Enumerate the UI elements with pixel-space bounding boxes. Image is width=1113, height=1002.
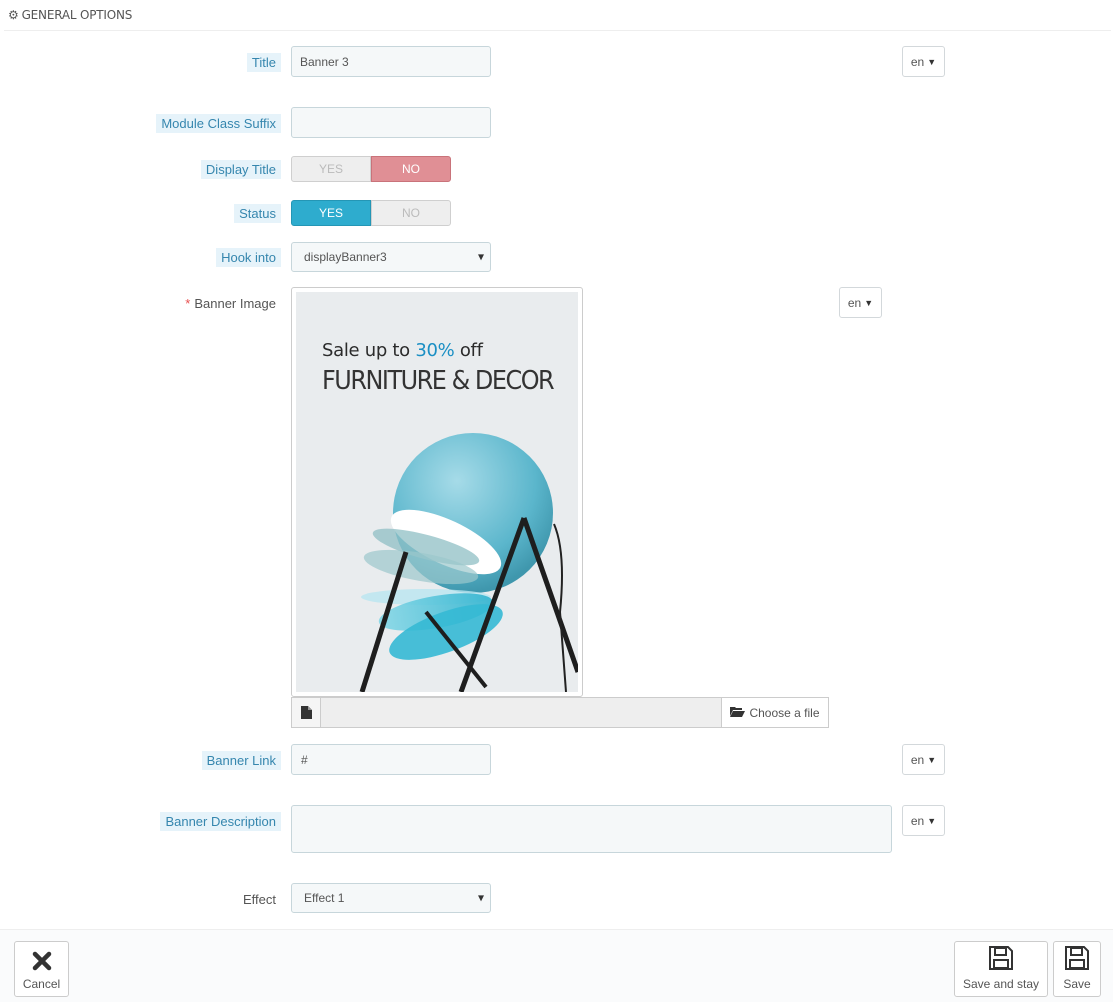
effect-value: Effect 1 [304, 891, 345, 905]
banner-image-preview: Sale up to 30% off FURNITURE & DECOR [291, 287, 583, 697]
choose-file-button[interactable]: Choose a file [722, 697, 829, 728]
status-label: Status [234, 203, 281, 223]
file-icon [291, 697, 321, 728]
banner-description-lang-label: en [910, 813, 925, 828]
banner-description-label-wrap: Banner Description [160, 811, 281, 831]
hook-into-value: displayBanner3 [304, 250, 387, 264]
banner-description-textarea[interactable] [291, 805, 892, 853]
banner-description-lang-dropdown[interactable]: en ▼ [902, 805, 945, 836]
banner-image-label-wrap: * Banner Image [180, 294, 281, 312]
form-footer: Cancel Save and stay Save [0, 929, 1113, 1002]
banner-image-lang-dropdown[interactable]: en ▼ [839, 287, 882, 318]
title-input[interactable]: Banner 3 [291, 46, 491, 77]
cancel-button[interactable]: Cancel [14, 941, 69, 997]
effect-label: Effect [242, 891, 276, 907]
file-name-field[interactable] [321, 697, 722, 728]
display-title-label-wrap: Display Title [200, 159, 281, 179]
banner-image-label: * Banner Image [180, 294, 281, 313]
status-switch[interactable]: YES NO [291, 200, 451, 226]
banner-link-label: Banner Link [201, 750, 281, 770]
caret-down-icon: ▼ [927, 815, 937, 826]
gears-icon: ⚙ [8, 8, 19, 22]
banner-description-label: Banner Description [160, 811, 281, 831]
title-lang-dropdown[interactable]: en ▼ [902, 46, 945, 77]
banner-image-label-text: Banner Image [194, 295, 276, 311]
panel-heading-title: GENERAL OPTIONS [21, 8, 133, 22]
display-title-switch[interactable]: YES NO [291, 156, 451, 182]
save-label: Save [1063, 977, 1091, 991]
caret-down-icon: ▼ [927, 56, 937, 67]
hook-into-label: Hook into [216, 247, 281, 267]
display-title-yes[interactable]: YES [291, 156, 371, 182]
display-title-no[interactable]: NO [371, 156, 451, 182]
effect-label-wrap: Effect [238, 890, 281, 908]
cancel-label: Cancel [22, 977, 61, 991]
panel-heading: ⚙ GENERAL OPTIONS [4, 0, 1111, 31]
title-lang-label: en [910, 54, 925, 69]
banner-link-lang-dropdown[interactable]: en ▼ [902, 744, 945, 775]
choose-file-label: Choose a file [749, 705, 820, 720]
banner-image-lang-label: en [847, 295, 862, 310]
document-icon [300, 706, 312, 719]
title-input-value: Banner 3 [300, 54, 349, 69]
caret-down-icon: ▼ [927, 754, 937, 765]
caret-down-icon: ▼ [864, 297, 874, 308]
effect-select[interactable]: Effect 1 [291, 883, 491, 913]
hook-into-label-wrap: Hook into [216, 247, 281, 267]
file-upload-row: Choose a file [291, 697, 829, 728]
save-and-stay-label: Save and stay [962, 977, 1040, 991]
module-class-suffix-label: Module Class Suffix [156, 113, 281, 133]
title-label-wrap: Title [246, 52, 281, 72]
banner-link-lang-label: en [910, 752, 925, 767]
hook-into-select[interactable]: displayBanner3 [291, 242, 491, 272]
module-class-suffix-label-wrap: Module Class Suffix [156, 113, 281, 133]
banner-link-label-wrap: Banner Link [201, 750, 281, 770]
close-icon [32, 951, 52, 974]
display-title-label: Display Title [200, 159, 281, 179]
lamp-illustration [359, 433, 578, 692]
banner-link-value: # [301, 752, 308, 767]
status-label-wrap: Status [234, 203, 281, 223]
folder-open-icon [730, 706, 746, 720]
module-class-suffix-input[interactable] [291, 107, 491, 138]
save-and-stay-button[interactable]: Save and stay [954, 941, 1048, 997]
status-no[interactable]: NO [371, 200, 451, 226]
status-yes[interactable]: YES [291, 200, 371, 226]
save-button[interactable]: Save [1053, 941, 1101, 997]
banner-image: Sale up to 30% off FURNITURE & DECOR [296, 292, 578, 692]
floppy-disk-icon [1064, 945, 1090, 974]
banner-link-input[interactable]: # [291, 744, 491, 775]
floppy-disk-icon [988, 945, 1014, 974]
required-mark: * [185, 295, 191, 311]
title-label: Title [246, 52, 281, 72]
